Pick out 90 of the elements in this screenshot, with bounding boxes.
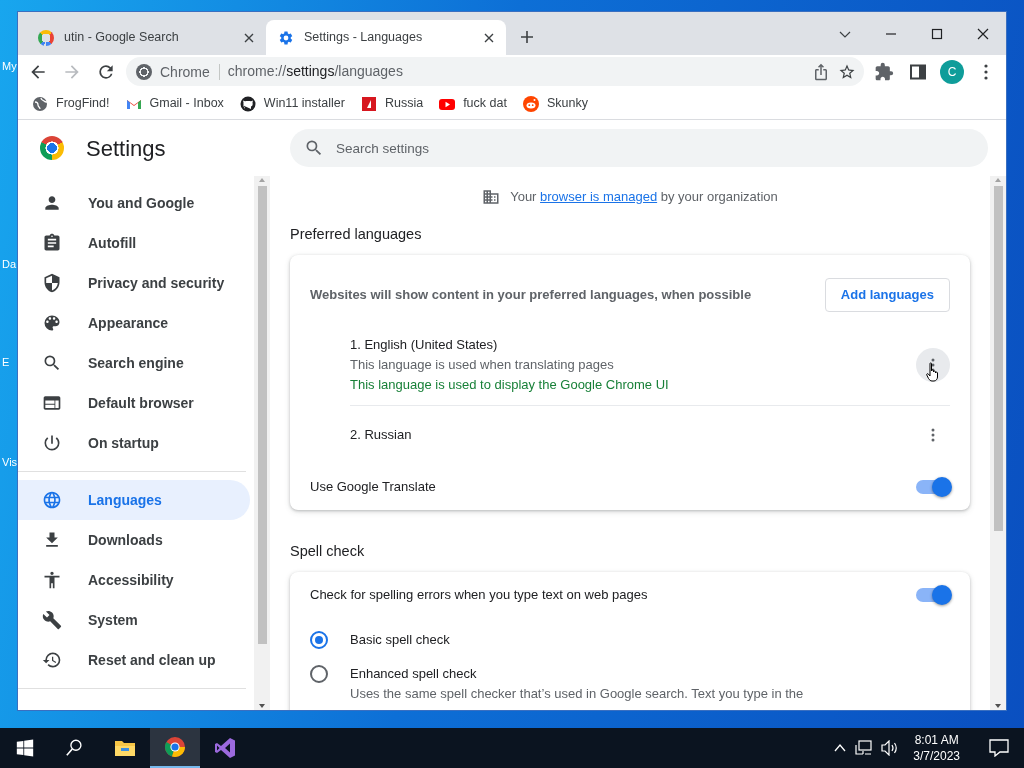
windows-logo-icon[interactable] bbox=[16, 739, 34, 757]
option-label: Basic spell check bbox=[350, 631, 450, 649]
alien-head-icon bbox=[522, 95, 539, 112]
browser-tab[interactable]: Settings - Languages bbox=[266, 20, 506, 55]
setting-label: Check for spelling errors when you type text on web pages bbox=[310, 586, 648, 605]
search-icon[interactable] bbox=[65, 738, 85, 758]
chrome-logo-icon[interactable] bbox=[164, 736, 186, 758]
globe-icon bbox=[32, 95, 48, 112]
new-tab-icon[interactable] bbox=[520, 30, 534, 44]
sidebar-item[interactable]: Search engine bbox=[18, 343, 250, 383]
radio-button[interactable] bbox=[310, 631, 328, 649]
search-icon bbox=[42, 353, 62, 373]
sidebar-item[interactable]: Languages bbox=[18, 480, 250, 520]
toggle-switch[interactable] bbox=[916, 480, 950, 494]
section-title: Spell check bbox=[290, 542, 366, 562]
clipboard-icon bbox=[42, 233, 62, 253]
close-icon[interactable] bbox=[976, 26, 990, 41]
option-description: Uses the same spell checker that’s used in Google search. Text you type in the bbox=[350, 685, 804, 703]
more-options-button[interactable] bbox=[916, 348, 950, 382]
network-icon[interactable] bbox=[855, 740, 874, 756]
sidebar-item[interactable]: Autofill bbox=[18, 223, 250, 263]
scrollbar[interactable] bbox=[990, 176, 1006, 710]
language-name: 2. Russian bbox=[350, 426, 412, 444]
sidebar-item[interactable]: Appearance bbox=[18, 303, 250, 343]
person-arms-out-icon bbox=[42, 570, 62, 590]
sidebar-item[interactable]: Downloads bbox=[18, 520, 250, 560]
history-icon bbox=[42, 650, 62, 670]
bookmark[interactable]: fuck dat bbox=[439, 94, 507, 113]
clock[interactable]: 8:01 AM 3/7/2023 bbox=[907, 732, 966, 764]
close-icon[interactable] bbox=[244, 32, 254, 43]
wrench-icon bbox=[42, 610, 62, 630]
volume-icon[interactable] bbox=[881, 740, 900, 756]
bookmark[interactable]: FrogFind! bbox=[32, 94, 110, 113]
description: Websites will show content in your preferred languages, when possible bbox=[310, 286, 752, 305]
language-name: 1. English (United States) bbox=[350, 336, 499, 354]
scroll-down-arrow-icon[interactable] bbox=[258, 702, 266, 710]
hand-cursor-icon bbox=[926, 362, 940, 382]
shield-icon bbox=[42, 273, 62, 293]
setting-label: Use Google Translate bbox=[310, 478, 436, 497]
puzzle-piece-icon[interactable] bbox=[874, 61, 894, 82]
bookmark[interactable]: Skunky bbox=[522, 94, 588, 113]
scroll-down-arrow-icon[interactable] bbox=[994, 702, 1002, 710]
sidebar-item[interactable]: Default browser bbox=[18, 383, 250, 423]
chrome-logo-icon bbox=[136, 63, 152, 80]
square-logo-icon bbox=[360, 95, 377, 112]
site-chip: Chrome bbox=[160, 63, 220, 80]
power-icon bbox=[42, 433, 62, 453]
sidebar-item[interactable]: Accessibility bbox=[18, 560, 250, 600]
chrome-logo-icon bbox=[40, 136, 64, 160]
bookmark[interactable]: Russia bbox=[360, 94, 424, 113]
browser-tab[interactable]: utin - Google Search bbox=[26, 20, 266, 55]
sidebar-item[interactable]: Reset and clean up bbox=[18, 640, 250, 680]
globe-icon bbox=[42, 490, 62, 510]
gear-icon bbox=[278, 29, 294, 46]
language-note: This language is used to display the Google Chrome UI bbox=[350, 376, 669, 394]
sidebar-item[interactable]: Privacy and security bbox=[18, 263, 250, 303]
bookmark[interactable]: Gmail - Inbox bbox=[125, 94, 224, 113]
tab-title: utin - Google Search bbox=[64, 29, 180, 47]
page-title: Settings bbox=[86, 134, 166, 163]
cat-silhouette-icon bbox=[239, 95, 256, 112]
search-field[interactable]: Search settings bbox=[290, 129, 988, 167]
bookmark[interactable]: Win11 installer bbox=[239, 94, 345, 113]
vertical-dots-icon bbox=[931, 428, 935, 442]
sidebar-item[interactable]: System bbox=[18, 600, 250, 640]
building-icon bbox=[482, 188, 501, 206]
sidebar-item[interactable]: On startup bbox=[18, 423, 250, 463]
language-note: This language is used when translating pages bbox=[350, 356, 615, 374]
toggle-switch[interactable] bbox=[916, 588, 950, 602]
scrollbar[interactable] bbox=[254, 176, 270, 710]
managed-link[interactable]: browser is managed bbox=[540, 189, 658, 205]
sidebar-item[interactable]: You and Google bbox=[18, 183, 250, 223]
browser-window-icon bbox=[42, 393, 62, 413]
side-panel-icon[interactable] bbox=[910, 63, 926, 80]
close-icon[interactable] bbox=[484, 32, 494, 43]
notification-icon[interactable] bbox=[989, 739, 1009, 757]
infinity-logo-icon[interactable] bbox=[214, 737, 236, 759]
tab-title: Settings - Languages bbox=[304, 29, 424, 47]
managed-notice: Your browser is managed by your organization bbox=[510, 188, 778, 207]
url-text: chrome://settings/languages bbox=[227, 62, 403, 81]
add-languages-button[interactable]: Add languages bbox=[824, 278, 950, 312]
share-icon[interactable] bbox=[812, 62, 830, 81]
palette-icon bbox=[42, 313, 62, 333]
more-menu-icon[interactable] bbox=[984, 63, 988, 80]
radio-button[interactable] bbox=[310, 665, 328, 683]
google-logo-icon bbox=[38, 29, 54, 46]
address-bar[interactable]: Chrome chrome://settings/languages bbox=[126, 57, 864, 86]
section-title: Preferred languages bbox=[290, 225, 423, 245]
maximize-icon[interactable] bbox=[930, 26, 944, 41]
option-label: Enhanced spell check bbox=[350, 665, 478, 683]
search-icon bbox=[304, 138, 324, 158]
